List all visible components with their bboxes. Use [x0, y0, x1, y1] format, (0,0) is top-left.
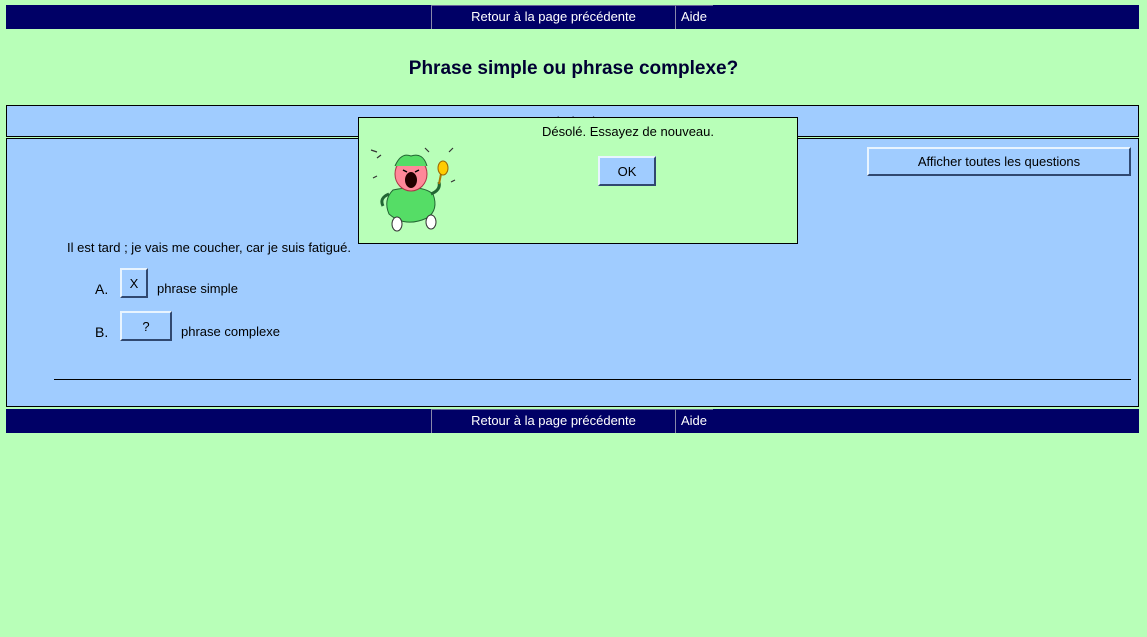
option-a-button[interactable]: X [120, 268, 148, 298]
feedback-dialog: Désolé. Essayez de nouveau. OK [358, 117, 798, 244]
page-title: Phrase simple ou phrase complexe? [408, 58, 739, 79]
divider [54, 379, 1131, 380]
dialog-message: Désolé. Essayez de nouveau. [542, 124, 714, 139]
top-navbar: Retour à la page précédente Aide [6, 5, 1139, 29]
crying-baby-icon [370, 147, 456, 232]
help-button-bottom[interactable]: Aide [675, 409, 713, 433]
back-button[interactable]: Retour à la page précédente [431, 5, 676, 29]
ok-button[interactable]: OK [598, 156, 656, 186]
question-text: Il est tard ; je vais me coucher, car je… [67, 240, 351, 255]
back-button-bottom[interactable]: Retour à la page précédente [431, 409, 676, 433]
show-all-questions-button[interactable]: Afficher toutes les questions [867, 147, 1131, 176]
option-b-button[interactable]: ? [120, 311, 172, 341]
option-a-text: phrase simple [157, 281, 238, 296]
help-button[interactable]: Aide [675, 5, 713, 29]
option-b-letter: B. [95, 324, 109, 340]
option-b-text: phrase complexe [181, 324, 280, 339]
bottom-navbar: Retour à la page précédente Aide [6, 409, 1139, 433]
option-a-letter: A. [95, 281, 109, 297]
